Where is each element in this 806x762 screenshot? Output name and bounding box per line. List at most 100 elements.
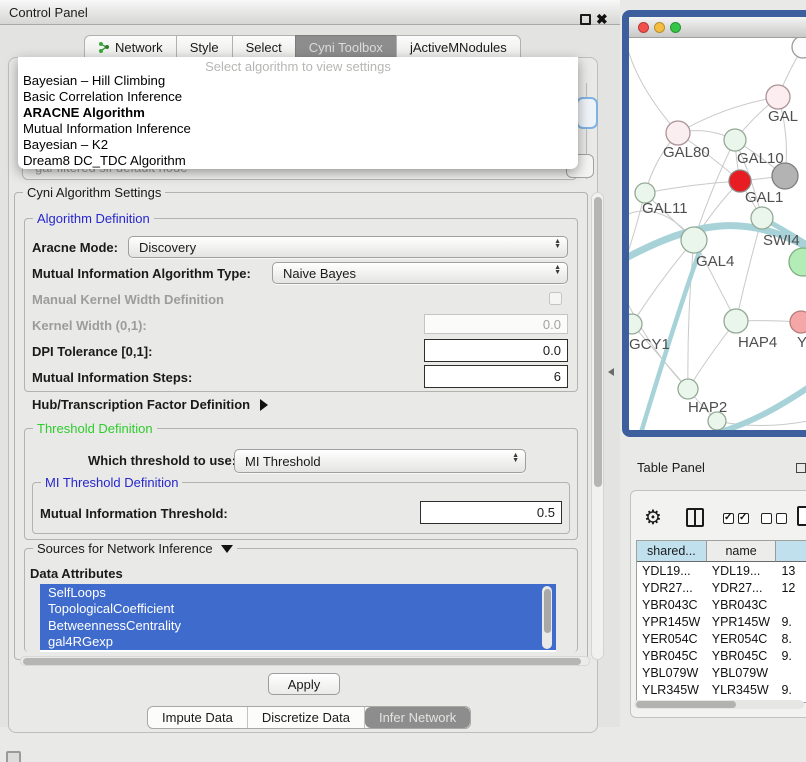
- cyni-algorithm-settings-title: Cyni Algorithm Settings: [23, 185, 165, 200]
- control-panel-title: Control Panel: [9, 5, 88, 20]
- attribute-item[interactable]: BetweennessCentrality: [40, 617, 556, 634]
- data-attributes-list[interactable]: SelfLoopsTopologicalCoefficientBetweenne…: [40, 584, 556, 652]
- collapsed-panel-chip[interactable]: [6, 751, 21, 762]
- tab-discretize-data[interactable]: Discretize Data: [248, 707, 365, 728]
- network-edge[interactable]: [717, 421, 806, 426]
- zoom-traffic-light-icon[interactable]: [670, 22, 681, 33]
- network-node-hap4[interactable]: [724, 309, 748, 333]
- algorithm-option[interactable]: Basic Correlation Inference: [18, 88, 578, 104]
- manual-kernel-checkbox[interactable]: [549, 292, 562, 305]
- close-traffic-light-icon[interactable]: [638, 22, 649, 33]
- column-header[interactable]: [776, 541, 806, 562]
- table-cell: YDL19...: [637, 562, 707, 579]
- tab-impute-data[interactable]: Impute Data: [148, 707, 248, 728]
- expanded-arrow-icon[interactable]: [221, 545, 233, 553]
- attribute-item[interactable]: SelfLoops: [40, 584, 556, 601]
- tab-style[interactable]: Style: [176, 35, 233, 58]
- network-node[interactable]: [789, 248, 806, 276]
- network-node[interactable]: [772, 163, 798, 189]
- settings-vertical-scrollbar-thumb[interactable]: [594, 197, 602, 487]
- algorithm-dropdown: Select algorithm to view settings Bayesi…: [18, 57, 578, 169]
- network-window-titlebar[interactable]: [629, 17, 806, 38]
- settings-horizontal-scrollbar-thumb[interactable]: [23, 658, 581, 665]
- minimize-traffic-light-icon[interactable]: [654, 22, 665, 33]
- network-edge[interactable]: [629, 50, 678, 133]
- table-cell: [776, 664, 806, 681]
- table-row[interactable]: YLR345WYLR345W9.: [637, 681, 806, 698]
- tab-jactivemnodules[interactable]: jActiveMNodules: [396, 35, 521, 58]
- network-graph[interactable]: GALGAL80GAL10GAL1GAL11SWI4GAL4GCY1HAP4YH…: [629, 38, 806, 430]
- table-cell: YPR145W: [707, 613, 777, 630]
- mi-steps-field[interactable]: 6: [424, 365, 568, 388]
- tab-infer-network[interactable]: Infer Network: [365, 707, 470, 728]
- network-node[interactable]: [708, 412, 726, 430]
- gear-icon[interactable]: ⚙: [644, 505, 662, 530]
- column-header-shared[interactable]: shared...: [637, 541, 707, 562]
- table-panel-float-icon[interactable]: [796, 463, 806, 473]
- node-label: GAL4: [696, 253, 734, 270]
- node-label: GAL: [768, 108, 798, 125]
- table-row[interactable]: YBL079WYBL079W: [637, 664, 806, 681]
- tab-select[interactable]: Select: [232, 35, 296, 58]
- algorithm-option[interactable]: ARACNE Algorithm: [18, 104, 578, 120]
- unselect-columns-icon[interactable]: [761, 513, 791, 524]
- table-row[interactable]: YBR045CYBR045C9.: [637, 647, 806, 664]
- node-table[interactable]: shared...nameYDL19...YDL19...13YDR27...Y…: [636, 540, 806, 703]
- table-row[interactable]: YPR145WYPR145W9.: [637, 613, 806, 630]
- which-threshold-select[interactable]: MI Threshold ▲▼: [234, 449, 526, 473]
- hub-definition-toggle[interactable]: Hub/Transcription Factor Definition: [32, 397, 268, 412]
- network-edge[interactable]: [736, 218, 762, 321]
- split-pane-collapse-icon[interactable]: [608, 368, 614, 376]
- attribute-list-scrollbar-thumb[interactable]: [544, 589, 551, 633]
- table-cell: YBL079W: [707, 664, 777, 681]
- attribute-item[interactable]: gal4RGexp: [40, 634, 556, 651]
- tab-cyni-toolbox[interactable]: Cyni Toolbox: [295, 35, 397, 58]
- aracne-mode-select[interactable]: Discovery ▲▼: [128, 236, 568, 258]
- attribute-item[interactable]: TopologicalCoefficient: [40, 601, 556, 618]
- network-node-y[interactable]: [790, 311, 806, 333]
- float-window-icon[interactable]: [580, 14, 591, 25]
- table-cell: 13: [776, 562, 806, 579]
- network-node-gal4[interactable]: [681, 227, 707, 253]
- network-edge[interactable]: [645, 181, 740, 193]
- column-header-name[interactable]: name: [707, 541, 777, 562]
- table-doc-icon[interactable]: [797, 506, 806, 526]
- apply-button[interactable]: Apply: [268, 673, 340, 695]
- tab-network[interactable]: Network: [84, 35, 177, 58]
- table-panel-title: Table Panel: [637, 460, 705, 475]
- table-horizontal-scrollbar-thumb[interactable]: [636, 701, 736, 708]
- network-node-hap2[interactable]: [678, 379, 698, 399]
- network-node-gal80[interactable]: [666, 121, 690, 145]
- sources-group-title: Sources for Network Inference: [37, 541, 213, 556]
- algorithm-option[interactable]: Dream8 DC_TDC Algorithm: [18, 152, 578, 168]
- kernel-width-field[interactable]: 0.0: [424, 314, 568, 334]
- network-node-gal[interactable]: [766, 85, 790, 109]
- network-edge[interactable]: [688, 240, 694, 389]
- select-columns-icon[interactable]: [723, 513, 753, 524]
- dpi-tolerance-field[interactable]: 0.0: [424, 339, 568, 362]
- stepper-arrows-icon: ▲▼: [512, 453, 519, 463]
- table-row[interactable]: YER054CYER054C8.: [637, 630, 806, 647]
- network-node-gcy1[interactable]: [629, 314, 642, 334]
- network-edge[interactable]: [678, 97, 778, 133]
- node-label: GAL1: [745, 189, 783, 206]
- close-icon[interactable]: ✖: [596, 11, 608, 27]
- mi-algorithm-type-select[interactable]: Naive Bayes ▲▼: [272, 262, 568, 284]
- node-label: SWI4: [763, 232, 800, 249]
- table-cell: YER054C: [707, 630, 777, 647]
- table-row[interactable]: YBR043CYBR043C: [637, 596, 806, 613]
- split-view-icon[interactable]: [686, 508, 704, 527]
- mi-threshold-field[interactable]: 0.5: [420, 501, 562, 524]
- algorithm-option[interactable]: Bayesian – Hill Climbing: [18, 72, 578, 88]
- network-node[interactable]: [792, 38, 806, 58]
- network-node-gal10[interactable]: [724, 129, 746, 151]
- algorithm-option[interactable]: Mutual Information Inference: [18, 120, 578, 136]
- algorithm-option[interactable]: Bayesian – K2: [18, 136, 578, 152]
- table-row[interactable]: YDL19...YDL19...13: [637, 562, 806, 579]
- control-panel-titlebar[interactable]: Control Panel: [0, 0, 620, 25]
- table-row[interactable]: YDR27...YDR27...12: [637, 579, 806, 596]
- mi-threshold-label: Mutual Information Threshold:: [40, 506, 228, 521]
- table-cell: YLR345W: [637, 681, 707, 698]
- network-node-swi4[interactable]: [751, 207, 773, 229]
- inference-algorithm-combo-fragment[interactable]: [576, 97, 598, 129]
